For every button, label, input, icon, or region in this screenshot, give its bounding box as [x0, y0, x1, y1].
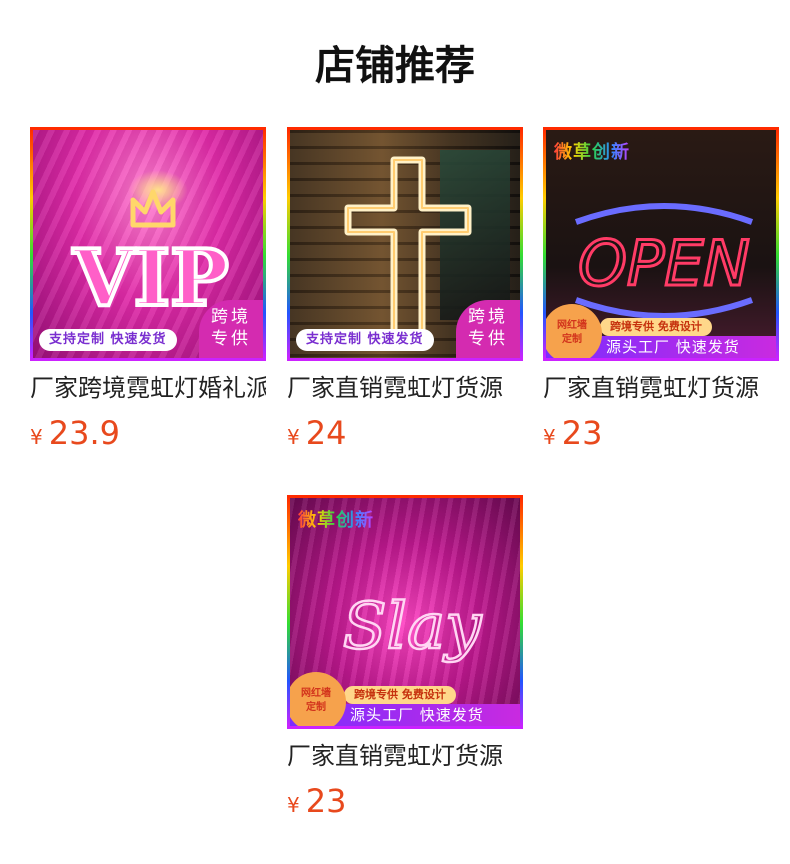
product-card[interactable]: Slay 微草创新 源头工厂 快速发货 跨境专供 免费设计 网红墙 定制 厂家直…: [287, 495, 525, 825]
section-title: 店铺推荐: [315, 43, 475, 89]
product-price: ¥23.9: [30, 415, 268, 457]
neon-text: Slay: [343, 590, 482, 664]
corner-badge-line2: 专供: [211, 329, 251, 349]
corner-badge: 跨境 专供: [456, 300, 520, 358]
product-name[interactable]: 厂家直销霓虹灯货源: [287, 371, 523, 405]
currency-symbol: ¥: [30, 425, 43, 449]
circle-badge: 网红墙 定制: [290, 672, 346, 726]
circle-badge: 网红墙 定制: [546, 304, 602, 358]
product-name[interactable]: 厂家跨境霓虹灯婚礼派对: [30, 371, 266, 405]
price-value: 23.9: [48, 414, 120, 452]
product-card[interactable]: 支持定制 快速发货 跨境 专供 厂家直销霓虹灯货源 ¥24: [287, 127, 525, 457]
product-card[interactable]: OPEN 微草创新 源头工厂 快速发货 跨境专供 免费设计 网红墙 定制 厂家直…: [543, 127, 781, 457]
circle-badge-line2: 定制: [306, 702, 326, 713]
product-price: ¥23: [543, 415, 781, 457]
corner-badge-line1: 跨境: [468, 307, 508, 327]
corner-badge-line2: 专供: [468, 329, 508, 349]
currency-symbol: ¥: [287, 793, 300, 817]
currency-symbol: ¥: [543, 425, 556, 449]
product-name[interactable]: 厂家直销霓虹灯货源: [543, 371, 779, 405]
product-price: ¥23: [287, 783, 525, 825]
price-value: 24: [305, 414, 347, 452]
promo-pill: 跨境专供 免费设计: [600, 318, 712, 336]
product-name[interactable]: 厂家直销霓虹灯货源: [287, 739, 523, 773]
product-price: ¥24: [287, 415, 525, 457]
corner-badge: 跨境 专供: [199, 300, 263, 358]
product-image[interactable]: Slay 微草创新 源头工厂 快速发货 跨境专供 免费设计 网红墙 定制: [287, 495, 523, 729]
brand-label: 微草创新: [298, 506, 374, 532]
price-value: 23: [305, 782, 347, 820]
circle-badge-line1: 网红墙: [557, 320, 587, 331]
product-image[interactable]: OPEN 微草创新 源头工厂 快速发货 跨境专供 免费设计 网红墙 定制: [543, 127, 779, 361]
product-image[interactable]: VIP 支持定制 快速发货 跨境 专供: [30, 127, 266, 361]
promo-pill: 跨境专供 免费设计: [344, 686, 456, 704]
promo-badge: 支持定制 快速发货: [296, 329, 434, 351]
circle-badge-line1: 网红墙: [301, 688, 331, 699]
brand-label: 微草创新: [554, 138, 630, 164]
currency-symbol: ¥: [287, 425, 300, 449]
price-value: 23: [561, 414, 603, 452]
neon-text: OPEN: [578, 227, 750, 300]
corner-badge-line1: 跨境: [211, 307, 251, 327]
product-image[interactable]: 支持定制 快速发货 跨境 专供: [287, 127, 523, 361]
circle-badge-line2: 定制: [562, 334, 582, 345]
product-card[interactable]: VIP 支持定制 快速发货 跨境 专供 厂家跨境霓虹灯婚礼派对 ¥23.9: [30, 127, 268, 457]
promo-badge: 支持定制 快速发货: [39, 329, 177, 351]
